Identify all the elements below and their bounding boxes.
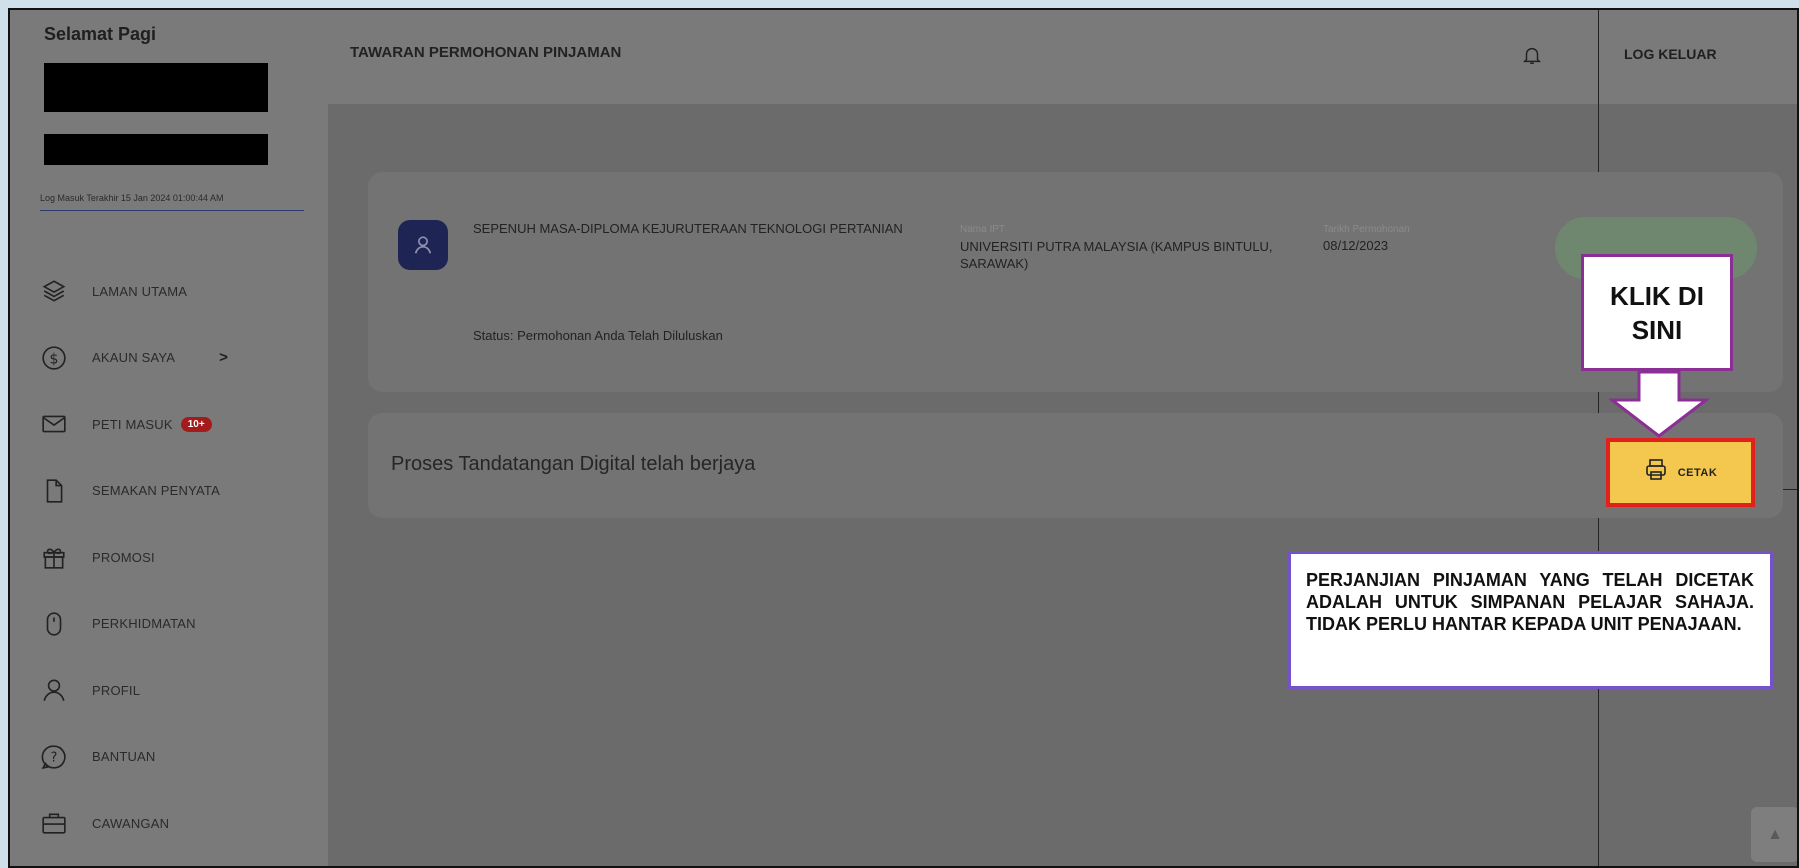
sidebar: Selamat Pagi Log Masuk Terakhir 15 Jan 2… [10,10,328,866]
user-icon [40,676,68,704]
svg-text:?: ? [51,750,58,765]
print-button-label: CETAK [1677,466,1718,479]
sidebar-item-label: PETI MASUK [92,416,173,432]
help-icon: ? [40,743,68,771]
briefcase-icon [40,809,68,837]
document-icon [40,477,68,505]
scroll-top-button[interactable]: ▲ [1751,807,1797,862]
signature-message: Proses Tandatangan Digital telah berjaya [391,453,756,475]
user-icon [398,220,448,270]
sidebar-item-peti-masuk[interactable]: PETI MASUK 10+ [10,391,328,458]
print-note-callout: PERJANJIAN PINJAMAN YANG TELAH DICETAK A… [1288,551,1773,689]
app-window: Selamat Pagi Log Masuk Terakhir 15 Jan 2… [8,8,1799,868]
sidebar-item-akaun-saya[interactable]: $ AKAUN SAYA > [10,325,328,392]
status-text: Status: Permohonan Anda Telah Diluluskan [473,328,723,343]
bell-icon[interactable] [1521,43,1543,67]
dollar-icon: $ [40,344,68,372]
unread-badge: 10+ [180,416,212,432]
mail-icon [40,410,68,438]
ipt-label: Nama IPT [960,224,1006,235]
chevron-up-icon: ▲ [1767,825,1783,843]
sidebar-item-perkhidmatan[interactable]: PERKHIDMATAN [10,591,328,658]
sidebar-item-label: PROMOSI [92,549,155,565]
sidebar-item-profil[interactable]: PROFIL [10,657,328,724]
sidebar-item-label: SEMAKAN PENYATA [92,483,220,499]
greeting: Selamat Pagi [44,24,157,44]
svg-text:$: $ [50,351,59,367]
sidebar-item-label: PROFIL [92,682,141,698]
last-login: Log Masuk Terakhir 15 Jan 2024 01:00:44 … [40,192,304,211]
sidebar-item-cawangan[interactable]: CAWANGAN [10,790,328,857]
page-title: TAWARAN PERMOHONAN PINJAMAN [350,44,622,61]
chevron-right-icon: > [219,349,228,367]
arrow-down-icon [1609,370,1709,438]
application-card: SEPENUH MASA-DIPLOMA KEJURUTERAAN TEKNOL… [368,172,1783,392]
top-bar: TAWARAN PERMOHONAN PINJAMAN LOG KELUAR [328,10,1797,104]
sidebar-item-label: BANTUAN [92,749,156,765]
sidebar-item-label: LAMAN UTAMA [92,283,188,299]
ipt-value: UNIVERSITI PUTRA MALAYSIA (KAMPUS BINTUL… [960,239,1273,271]
sidebar-item-label: AKAUN SAYA [92,350,176,366]
sidebar-item-laman-utama[interactable]: LAMAN UTAMA [10,258,328,325]
sidebar-item-promosi[interactable]: PROMOSI [10,524,328,591]
gift-icon [40,543,68,571]
logout-button[interactable]: LOG KELUAR [1624,46,1717,62]
signature-card: Proses Tandatangan Digital telah berjaya [368,413,1783,518]
click-here-callout: KLIK DI SINI [1581,254,1733,371]
layers-icon [40,277,68,305]
sidebar-nav: LAMAN UTAMA $ AKAUN SAYA > PETI MASUK 10… [10,258,328,857]
sidebar-item-semakan-penyata[interactable]: SEMAKAN PENYATA [10,458,328,525]
print-button[interactable]: CETAK [1606,438,1755,507]
printer-icon [1644,458,1668,487]
date-value: 08/12/2023 [1323,238,1389,253]
mouse-icon [40,610,68,638]
sidebar-item-bantuan[interactable]: ? BANTUAN [10,724,328,791]
sidebar-item-label: PERKHIDMATAN [92,616,196,632]
redacted-name [44,63,268,112]
sidebar-item-label: CAWANGAN [92,815,170,831]
date-label: Tarikh Permohonan [1323,224,1410,235]
course-name: SEPENUH MASA-DIPLOMA KEJURUTERAAN TEKNOL… [473,221,903,236]
redacted-id [44,134,268,165]
